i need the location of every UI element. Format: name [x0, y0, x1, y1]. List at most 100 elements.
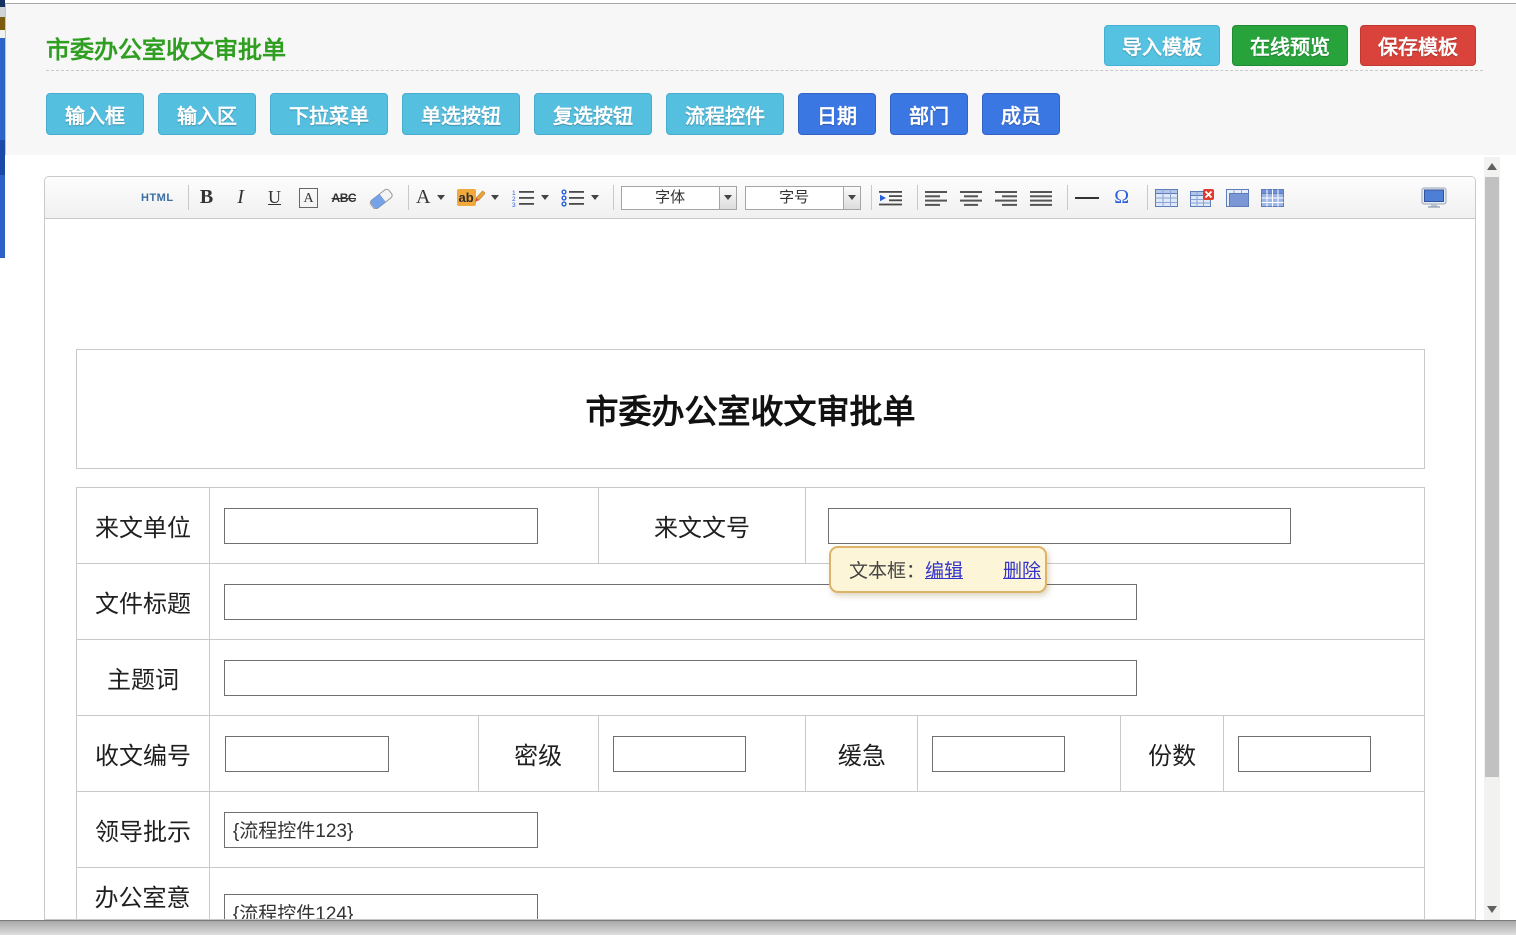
import-template-button[interactable]: 导入模板 — [1104, 25, 1220, 66]
form-table: 来文单位 来文文号 文件标题 主题词 — [76, 487, 1425, 920]
align-right-icon — [995, 190, 1018, 206]
font-size-select[interactable]: 字号 — [745, 186, 861, 210]
label-incoming-doc-no: 来文文号 — [599, 488, 807, 564]
delete-link[interactable]: 删除 — [1003, 556, 1041, 583]
page: 市委办公室收文审批单 导入模板 在线预览 保存模板 输入框 输入区 下拉菜单 单… — [0, 0, 1516, 935]
align-center-button[interactable] — [960, 184, 983, 212]
horizontal-rule-button[interactable] — [1075, 184, 1099, 212]
save-template-button[interactable]: 保存模板 — [1360, 25, 1476, 66]
align-justify-icon — [1030, 190, 1053, 206]
fullscreen-button[interactable] — [1421, 184, 1447, 212]
align-justify-button[interactable] — [1030, 184, 1053, 212]
input-incoming-doc-no[interactable] — [828, 508, 1291, 544]
input-subject-words[interactable] — [224, 660, 1137, 696]
vertical-scrollbar[interactable] — [1484, 157, 1500, 920]
input-copies[interactable] — [1238, 736, 1371, 772]
form-title-box: 市委办公室收文审批单 — [76, 349, 1425, 469]
widget-button-flow-control[interactable]: 流程控件 — [666, 93, 784, 135]
table-cells-button[interactable] — [1261, 184, 1284, 212]
widget-button-department[interactable]: 部门 — [890, 93, 968, 135]
font-color-button[interactable]: A — [416, 184, 444, 212]
table-row: 办公室意见 — [77, 868, 1425, 920]
highlight-button[interactable]: ab — [457, 184, 499, 212]
label-office-opinion: 办公室意见 — [94, 884, 191, 913]
widget-button-member[interactable]: 成员 — [982, 93, 1060, 135]
form-title: 市委办公室收文审批单 — [586, 385, 916, 433]
html-source-button[interactable]: HTML — [141, 184, 174, 212]
dashed-divider — [46, 70, 1483, 71]
label-secrecy-level: 密级 — [479, 716, 599, 792]
eraser-icon[interactable] — [368, 184, 394, 212]
editor-canvas[interactable]: 市委办公室收文审批单 来文单位 来文文号 文件标题 — [45, 219, 1475, 920]
widget-button-radio[interactable]: 单选按钮 — [402, 93, 520, 135]
label-incoming-unit: 来文单位 — [77, 488, 210, 564]
widget-button-dropdown-menu[interactable]: 下拉菜单 — [270, 93, 388, 135]
table-row: 收文编号 密级 缓急 份数 — [77, 716, 1425, 792]
ordered-list-icon: 1 2 3 — [511, 189, 535, 207]
horizontal-scrollbar[interactable] — [0, 920, 1516, 935]
unordered-list-button[interactable] — [561, 184, 599, 212]
page-title: 市委办公室收文审批单 — [46, 30, 286, 65]
table-row: 文件标题 — [77, 564, 1425, 640]
fullscreen-monitor-icon — [1421, 187, 1447, 208]
label-doc-title: 文件标题 — [77, 564, 210, 640]
chevron-down-icon — [848, 195, 856, 200]
bold-button[interactable]: B — [196, 184, 218, 212]
insert-table-icon — [1155, 189, 1178, 207]
control-tooltip: 文本框： 编辑 删除 — [829, 546, 1047, 593]
chevron-down-icon — [437, 195, 445, 200]
toolbar-separator — [613, 185, 614, 210]
chevron-down-icon — [724, 195, 732, 200]
template-action-buttons: 导入模板 在线预览 保存模板 — [1104, 25, 1476, 66]
table-row: 来文单位 来文文号 — [77, 488, 1425, 564]
indent-icon — [879, 190, 903, 206]
insert-table-button[interactable] — [1155, 184, 1178, 212]
scroll-up-button[interactable] — [1484, 157, 1500, 175]
align-right-button[interactable] — [995, 184, 1018, 212]
input-incoming-unit[interactable] — [224, 508, 538, 544]
select-arrow-button[interactable] — [843, 187, 860, 209]
table-row: 领导批示 — [77, 792, 1425, 868]
char-border-button[interactable]: A — [299, 188, 317, 208]
arrow-up-icon — [1487, 163, 1497, 170]
widget-button-checkbox[interactable]: 复选按钮 — [534, 93, 652, 135]
label-receipt-no: 收文编号 — [77, 716, 210, 792]
label-urgency: 缓急 — [806, 716, 918, 792]
font-family-select[interactable]: 字体 — [621, 186, 737, 210]
special-char-button[interactable]: Ω — [1111, 184, 1133, 212]
toolbar-separator — [1067, 185, 1068, 210]
widget-button-date[interactable]: 日期 — [798, 93, 876, 135]
tooltip-label: 文本框： — [849, 556, 925, 583]
input-receipt-no[interactable] — [225, 736, 389, 772]
edit-link[interactable]: 编辑 — [925, 556, 963, 583]
delete-table-button[interactable] — [1190, 184, 1214, 212]
align-left-button[interactable] — [925, 184, 948, 212]
widget-button-input-area[interactable]: 输入区 — [158, 93, 256, 135]
widget-button-input-box[interactable]: 输入框 — [46, 93, 144, 135]
align-left-icon — [925, 190, 948, 206]
scroll-down-button[interactable] — [1484, 900, 1500, 918]
horizontal-rule-icon — [1075, 197, 1099, 199]
strikethrough-button[interactable]: ABC — [332, 184, 357, 212]
toolbar-separator — [408, 185, 409, 210]
rich-text-editor: HTML B I U A ABC A ab — [44, 176, 1476, 920]
chevron-down-icon — [541, 195, 549, 200]
toolbar-separator — [871, 185, 872, 210]
arrow-down-icon — [1487, 906, 1497, 913]
widget-toolbar: 输入框 输入区 下拉菜单 单选按钮 复选按钮 流程控件 日期 部门 成员 — [46, 93, 1074, 135]
indent-button[interactable] — [879, 184, 903, 212]
scrollbar-thumb[interactable] — [1485, 177, 1499, 777]
select-arrow-button[interactable] — [719, 187, 736, 209]
online-preview-button[interactable]: 在线预览 — [1232, 25, 1348, 66]
toolbar-separator — [188, 185, 189, 210]
svg-text:3: 3 — [512, 202, 516, 207]
underline-button[interactable]: U — [264, 184, 286, 212]
table-merge-button[interactable] — [1226, 184, 1249, 212]
input-leader-instructions[interactable] — [224, 812, 538, 848]
ordered-list-button[interactable]: 1 2 3 — [511, 184, 549, 212]
unordered-list-icon — [561, 189, 585, 207]
italic-button[interactable]: I — [230, 184, 252, 212]
input-office-opinion[interactable] — [224, 894, 538, 920]
input-urgency[interactable] — [932, 736, 1065, 772]
input-secrecy-level[interactable] — [613, 736, 746, 772]
